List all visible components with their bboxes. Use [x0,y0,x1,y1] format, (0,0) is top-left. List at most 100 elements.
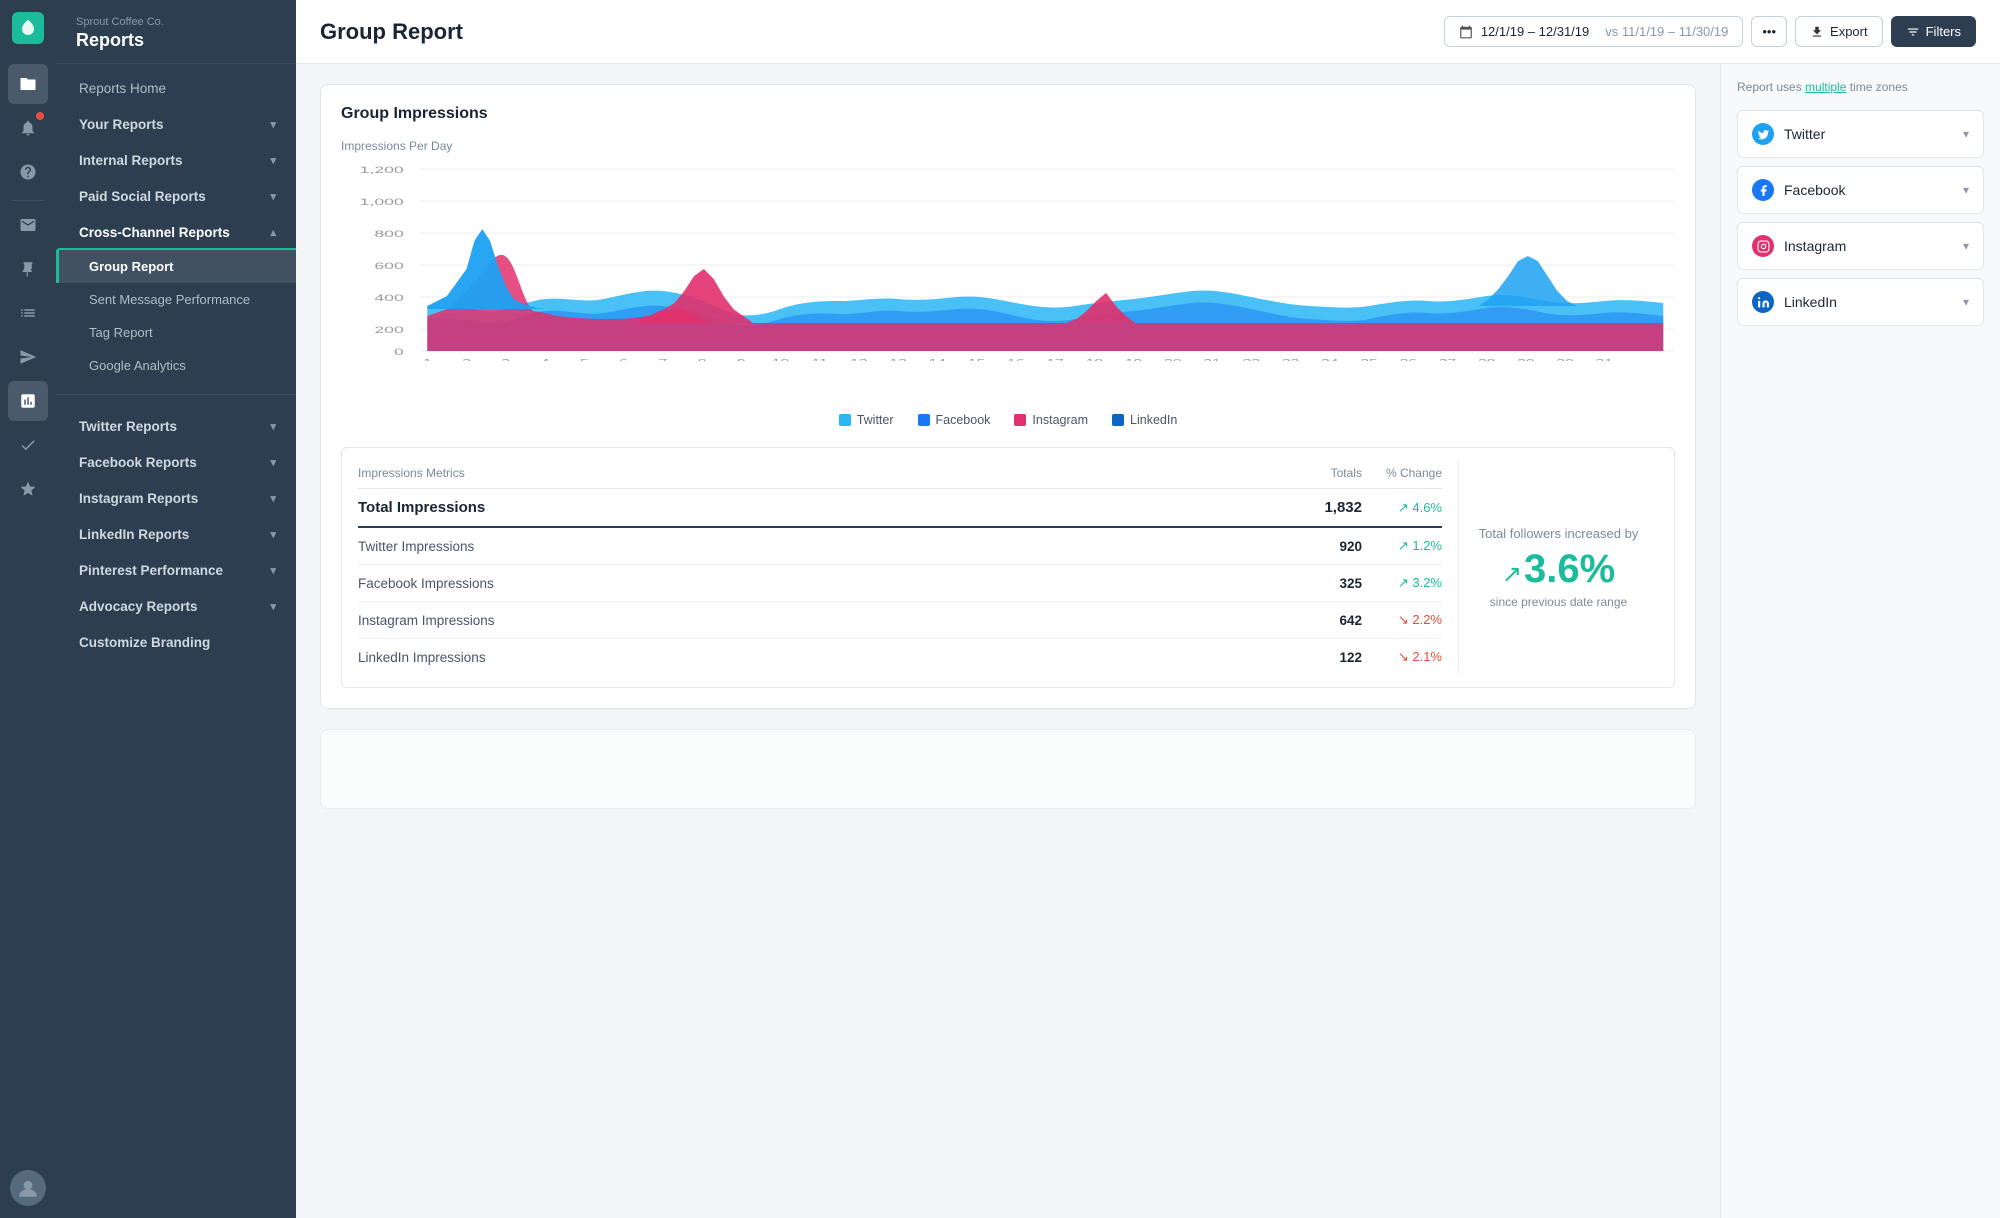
more-options-button[interactable]: ••• [1751,16,1787,47]
instagram-icon [1752,235,1774,257]
row-total-instagram: 642 [1314,613,1362,628]
sidebar-icon-help[interactable] [8,152,48,192]
svg-text:1,000: 1,000 [360,197,404,207]
nav-customize-branding-label: Customize Branding [79,635,210,650]
chart-subtitle: Impressions Per Day [341,139,1675,153]
nav-tag-report[interactable]: Tag Report [56,316,296,349]
metrics-grid: Totals Impressions Metrics Totals % Chan… [358,460,1658,675]
svg-text:31: 31 [1596,358,1614,361]
nav-advocacy-label: Advocacy Reports [79,599,198,614]
sidebar-icon-folder[interactable] [8,64,48,104]
user-avatar[interactable] [10,1170,46,1206]
svg-text:11: 11 [812,358,828,361]
nav-facebook-reports[interactable]: Facebook Reports ▾ [56,443,296,479]
sidebar-icon-inbox[interactable] [8,205,48,245]
filters-button[interactable]: Filters [1891,16,1976,47]
nav-customize-branding[interactable]: Customize Branding [56,623,296,659]
filter-label-twitter: Twitter [1784,126,1825,142]
nav-google-analytics[interactable]: Google Analytics [56,349,296,382]
chevron-down-icon: ▾ [270,190,276,203]
row-change-linkedin: ↘ 2.1% [1386,649,1442,665]
legend-linkedin-label: LinkedIn [1130,413,1177,427]
nav-linkedin-reports[interactable]: LinkedIn Reports ▾ [56,515,296,551]
svg-text:27: 27 [1439,358,1457,361]
nav-twitter-reports[interactable]: Twitter Reports ▾ [56,407,296,443]
filter-chevron-facebook: ▾ [1963,183,1969,197]
chevron-down-icon: ▾ [270,564,276,577]
timezone-note: Report uses multiple time zones [1737,80,1984,94]
sidebar-icon-tasks[interactable] [8,425,48,465]
nav-pinterest[interactable]: Pinterest Performance ▾ [56,551,296,587]
timezone-note-prefix: Report uses [1737,80,1805,94]
row-total-twitter: 920 [1314,539,1362,554]
date-range-button[interactable]: 12/1/19 – 12/31/19 vs 11/1/19 – 11/30/19 [1444,16,1744,47]
timezone-note-suffix: time zones [1846,80,1907,94]
chevron-down-icon: ▾ [270,492,276,505]
svg-text:16: 16 [1007,358,1025,361]
nav-internal-reports-label: Internal Reports [79,153,183,168]
chevron-down-icon: ▾ [270,420,276,433]
filters-label: Filters [1926,24,1961,39]
svg-text:14: 14 [929,358,947,361]
svg-text:2: 2 [462,358,471,361]
row-change-twitter: ↗ 1.2% [1386,538,1442,554]
chevron-down-icon: ▾ [270,528,276,541]
nav-pinterest-label: Pinterest Performance [79,563,223,578]
sidebar-icon-star[interactable] [8,469,48,509]
svg-text:17: 17 [1046,358,1064,361]
date-range-previous: vs 11/1/19 – 11/30/19 [1605,24,1728,39]
row-change-instagram: ↘ 2.2% [1386,612,1442,628]
metrics-row-twitter: Twitter Impressions 920 ↗ 1.2% [358,528,1442,565]
sidebar-icon-chart[interactable] [8,381,48,421]
header-controls: 12/1/19 – 12/31/19 vs 11/1/19 – 11/30/19… [1444,16,1976,47]
notification-badge [36,112,44,120]
export-button[interactable]: Export [1795,16,1883,47]
filter-section-instagram: Instagram ▾ [1737,222,1984,270]
nav-sent-message-performance[interactable]: Sent Message Performance [56,283,296,316]
nav-group-report[interactable]: Group Report [56,250,296,283]
date-range-current: 12/1/19 – 12/31/19 [1481,24,1589,39]
sidebar-icon-send[interactable] [8,337,48,377]
nav-paid-social[interactable]: Paid Social Reports ▾ [56,177,296,213]
nav-your-reports[interactable]: Your Reports ▾ [56,105,296,141]
filter-row-linkedin[interactable]: LinkedIn ▾ [1738,279,1983,325]
nav-reports-home[interactable]: Reports Home [56,72,296,105]
metrics-row-facebook: Facebook Impressions 325 ↗ 3.2% [358,565,1442,602]
nav-cross-channel[interactable]: Cross-Channel Reports ▴ [56,213,296,250]
metrics-col-label: Totals Impressions Metrics [358,466,465,480]
filter-row-instagram[interactable]: Instagram ▾ [1738,223,1983,269]
nav-internal-reports[interactable]: Internal Reports ▾ [56,141,296,177]
nav-instagram-reports[interactable]: Instagram Reports ▾ [56,479,296,515]
sidebar-icon-list[interactable] [8,293,48,333]
svg-text:1,200: 1,200 [360,165,404,175]
legend-twitter-label: Twitter [857,413,894,427]
metrics-table: Totals Impressions Metrics Totals % Chan… [358,460,1442,675]
row-label-twitter: Twitter Impressions [358,539,474,554]
svg-text:26: 26 [1399,358,1417,361]
filter-section-linkedin: LinkedIn ▾ [1737,278,1984,326]
filter-row-facebook[interactable]: Facebook ▾ [1738,167,1983,213]
legend-dot-twitter [839,414,851,426]
legend-instagram: Instagram [1014,413,1088,427]
legend-twitter: Twitter [839,413,894,427]
legend-linkedin: LinkedIn [1112,413,1177,427]
filter-row-twitter[interactable]: Twitter ▾ [1738,111,1983,157]
chevron-up-icon: ▴ [270,226,276,239]
chevron-down-icon: ▾ [270,600,276,613]
svg-text:3: 3 [501,358,510,361]
svg-text:25: 25 [1360,358,1378,361]
svg-text:13: 13 [889,358,907,361]
svg-text:1: 1 [423,358,432,361]
nav-advocacy[interactable]: Advocacy Reports ▾ [56,587,296,623]
sidebar-icon-bell[interactable] [8,108,48,148]
icon-sidebar [0,0,56,1218]
chevron-down-icon: ▾ [270,456,276,469]
sidebar-icon-pin[interactable] [8,249,48,289]
filter-section-twitter: Twitter ▾ [1737,110,1984,158]
row-total-facebook: 325 [1314,576,1362,591]
legend-dot-instagram [1014,414,1026,426]
svg-text:6: 6 [619,358,628,361]
timezone-note-link[interactable]: multiple [1805,80,1846,94]
nav-twitter-reports-label: Twitter Reports [79,419,177,434]
row-change-total: ↗ 4.6% [1386,500,1442,516]
